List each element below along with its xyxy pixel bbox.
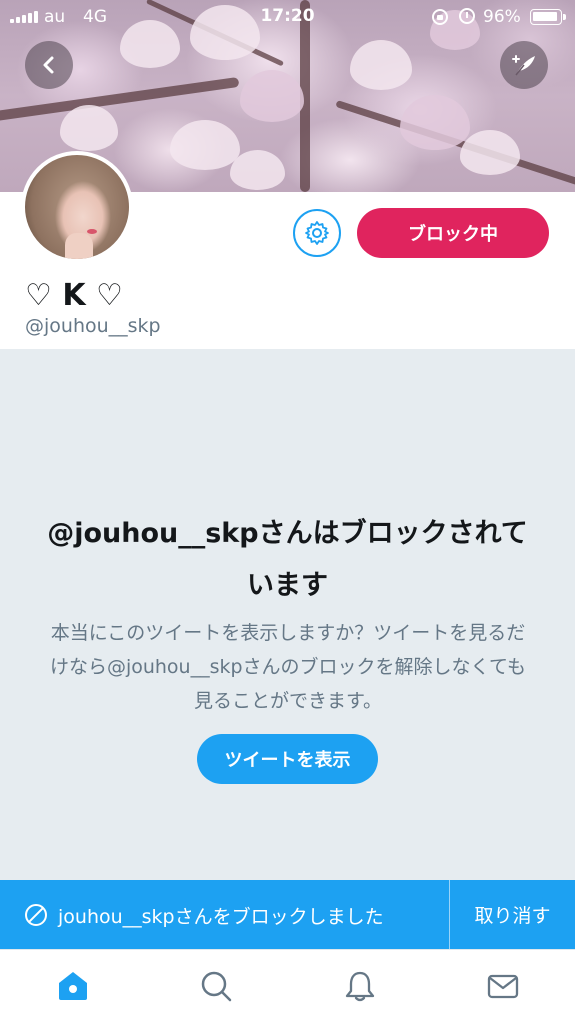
- back-button[interactable]: [25, 41, 73, 89]
- profile-display-name: ♡ K ♡: [25, 278, 123, 313]
- bottom-tab-bar: [0, 949, 575, 1024]
- snackbar-message: jouhou__skpさんをブロックしました: [58, 906, 384, 928]
- blocked-notice-title: @jouhou__skpさんはブロックされています: [47, 518, 528, 601]
- orientation-lock-icon: [432, 9, 448, 25]
- block-icon: [25, 904, 47, 926]
- blocked-button[interactable]: ブロック中: [357, 208, 549, 258]
- compose-tweet-button[interactable]: [500, 41, 548, 89]
- battery-percentage: 96%: [483, 7, 521, 27]
- compose-feather-icon: [512, 55, 535, 76]
- tab-notifications[interactable]: [338, 964, 382, 1008]
- home-icon: [59, 972, 87, 1000]
- mail-icon: [487, 974, 519, 999]
- blocked-notice-description: 本当にこのツイートを表示しますか？ツイートを見るだけなら@jouhou__skp…: [49, 622, 527, 712]
- settings-button[interactable]: [293, 209, 341, 257]
- gear-icon: [305, 221, 329, 245]
- battery-icon: [530, 9, 566, 25]
- profile-handle: @jouhou__skp: [25, 315, 161, 337]
- blocked-snackbar: jouhou__skpさんをブロックしました 取り消す: [0, 880, 575, 949]
- tab-home[interactable]: [51, 964, 95, 1008]
- tab-messages[interactable]: [481, 964, 525, 1008]
- chevron-left-icon: [43, 56, 54, 74]
- profile-avatar[interactable]: [21, 151, 133, 263]
- tab-search[interactable]: [194, 964, 238, 1008]
- search-icon: [201, 971, 232, 1002]
- view-tweets-button[interactable]: ツイートを表示: [197, 734, 378, 784]
- alarm-icon: [459, 8, 475, 24]
- bell-icon: [345, 971, 375, 1002]
- undo-block-button[interactable]: 取り消す: [450, 880, 575, 949]
- blocked-notice-panel: [0, 349, 575, 880]
- status-bar: au 4G 17:20 96%: [0, 0, 575, 34]
